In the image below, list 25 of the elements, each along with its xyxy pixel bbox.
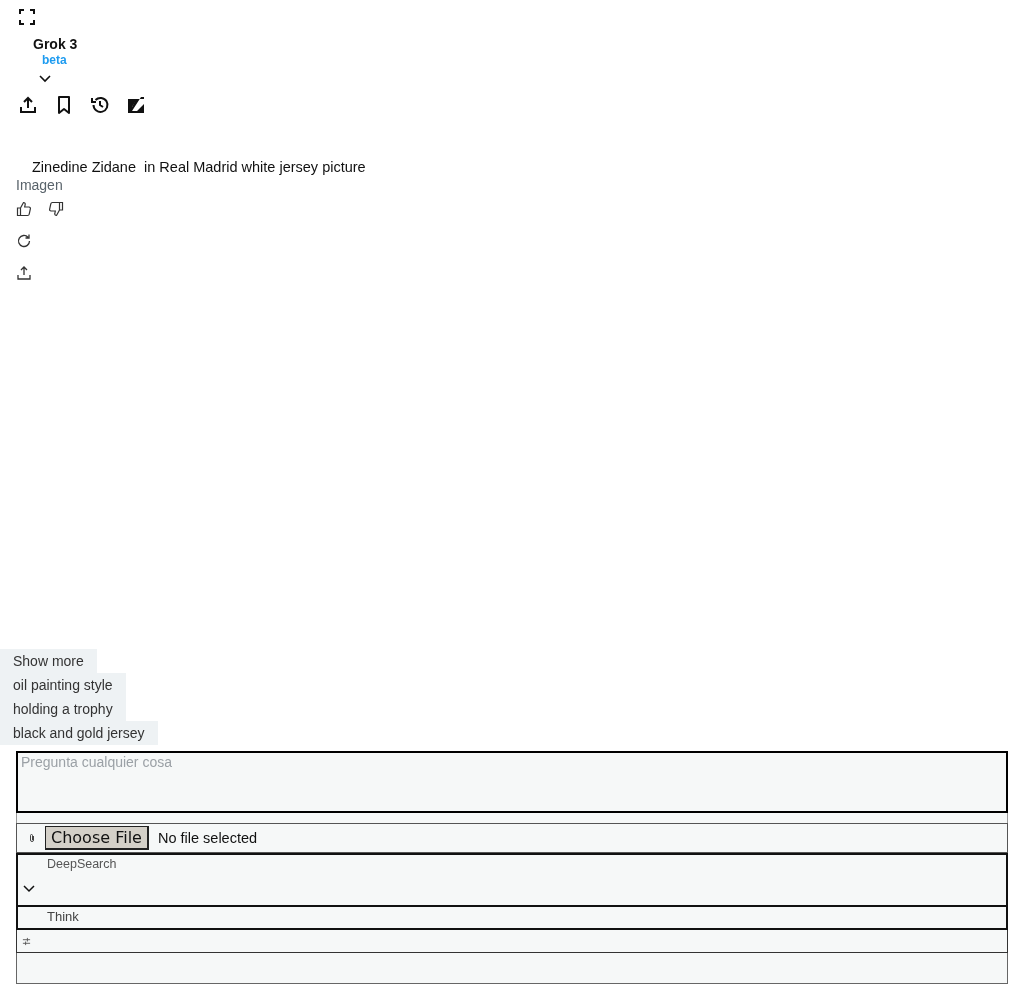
suggestion-chip[interactable]: Show more <box>0 649 97 673</box>
beta-label: beta <box>42 53 67 67</box>
message-input[interactable]: Pregunta cualquier cosa <box>16 751 1008 813</box>
file-status: No file selected <box>157 830 258 846</box>
suggestion-chip[interactable]: holding a trophy <box>0 697 126 721</box>
mode-option[interactable]: Think <box>47 909 79 924</box>
thumbs-down-icon[interactable] <box>48 201 64 217</box>
chevron-down-icon[interactable] <box>39 75 51 83</box>
history-icon[interactable] <box>90 95 110 115</box>
fullscreen-icon[interactable] <box>18 8 36 26</box>
mode-option[interactable]: DeepSearch <box>47 857 117 871</box>
sliders-icon[interactable] <box>22 936 31 946</box>
image-label: Imagen <box>16 177 64 193</box>
paperclip-icon[interactable] <box>28 833 36 843</box>
suggestion-chip[interactable]: black and gold jersey <box>0 721 158 745</box>
suggestion-chip[interactable]: oil painting style <box>0 673 126 697</box>
refresh-icon[interactable] <box>16 233 32 249</box>
share-icon[interactable] <box>16 265 32 281</box>
user-prompt: Zinedine Zidane in Real Madrid white jersey picture <box>32 159 367 175</box>
thumbs-up-icon[interactable] <box>16 201 32 217</box>
choose-file-button[interactable]: Choose File <box>45 826 149 850</box>
edit-icon[interactable] <box>126 95 146 115</box>
chevron-down-icon[interactable] <box>23 885 35 893</box>
model-title: Grok 3 <box>33 36 78 52</box>
share-icon[interactable] <box>18 95 38 115</box>
